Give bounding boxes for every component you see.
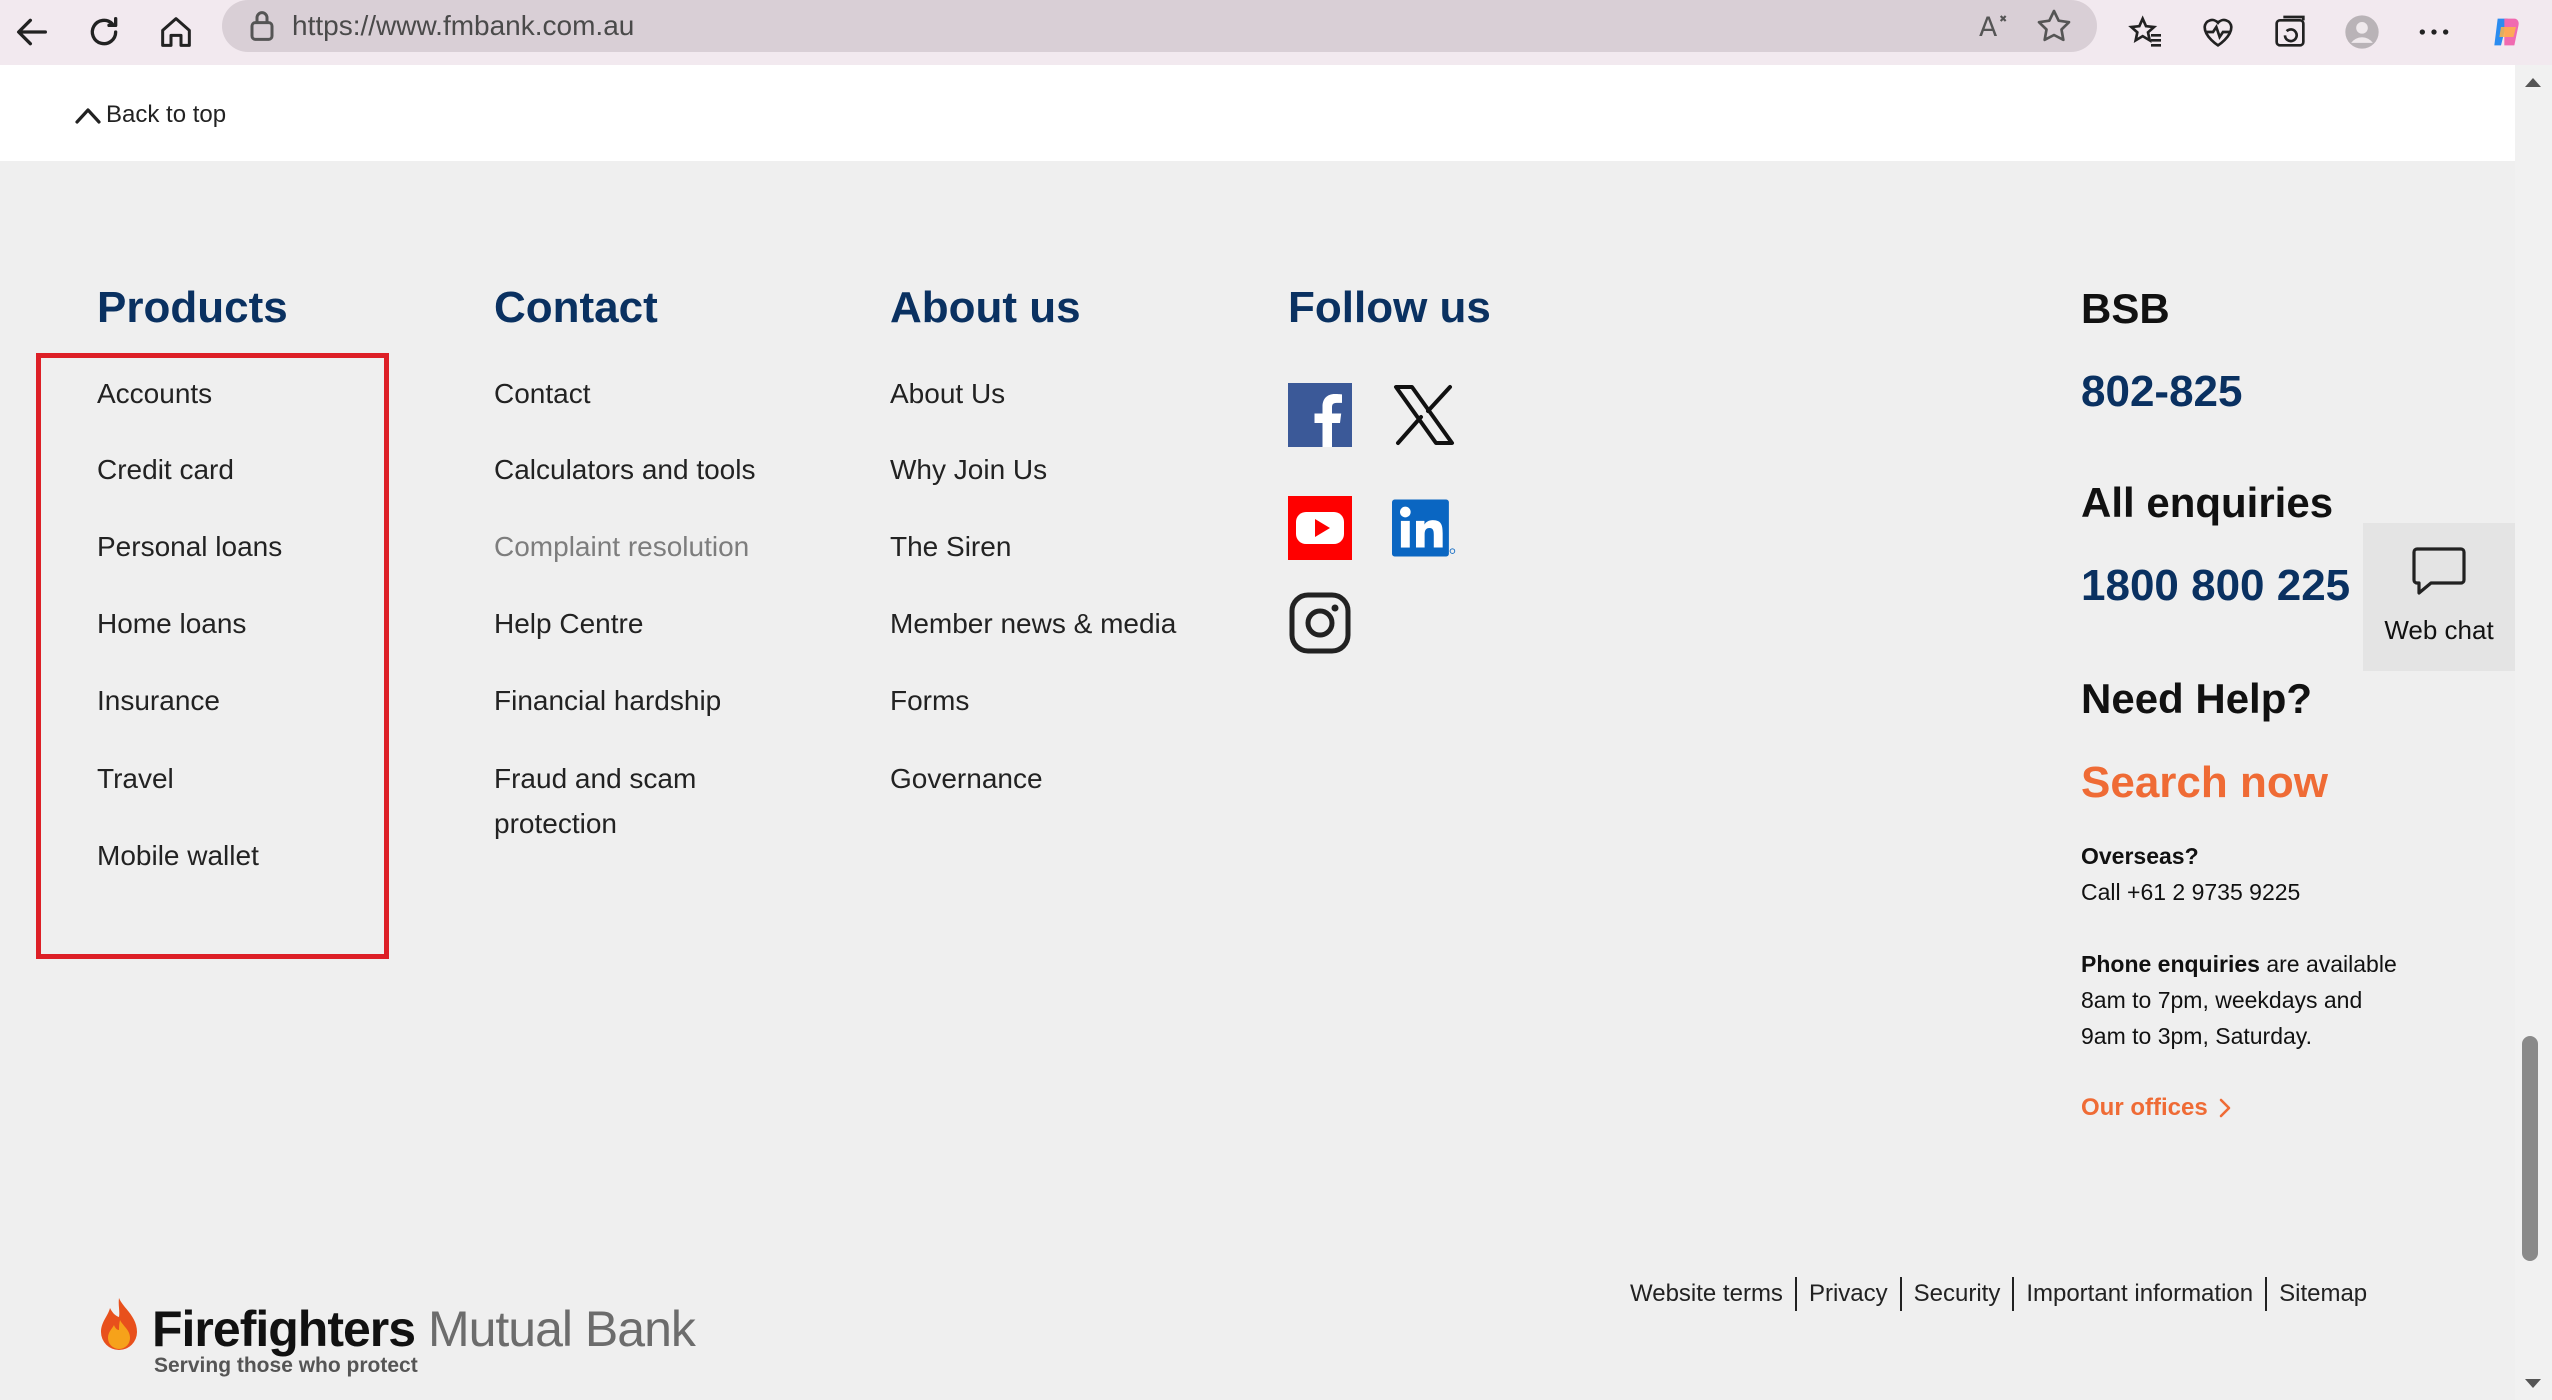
page-scrollbar-thumb[interactable] xyxy=(2522,1036,2538,1261)
legal-divider xyxy=(2265,1277,2268,1311)
footer-link-travel[interactable]: Travel xyxy=(97,757,174,801)
browser-essentials-icon[interactable] xyxy=(2190,4,2246,60)
footer-link-about-us[interactable]: About Us xyxy=(890,372,1005,416)
back-to-top-label: Back to top xyxy=(106,101,227,128)
legal-link-important-information[interactable]: Important information xyxy=(2026,1280,2253,1308)
scroll-down-arrow-icon[interactable] xyxy=(2523,1377,2543,1391)
products-heading: Products xyxy=(97,283,288,332)
footer-link-help-centre[interactable]: Help Centre xyxy=(494,602,643,646)
legal-link-website-terms[interactable]: Website terms xyxy=(1630,1280,1783,1308)
bsb-number: 802-825 xyxy=(2081,367,2243,416)
browser-toolbar: A https://www.fmbank.com.au xyxy=(0,0,2552,65)
footer-link-the-siren[interactable]: The Siren xyxy=(890,525,1011,569)
svg-text:A: A xyxy=(1979,12,1998,43)
all-enquiries-heading: All enquiries xyxy=(2081,479,2334,526)
collections-icon[interactable] xyxy=(2262,4,2318,60)
home-icon[interactable] xyxy=(148,4,204,60)
logo-tagline: Serving those who protect xyxy=(154,1354,418,1377)
phone-hours-line3: 9am to 3pm, Saturday. xyxy=(2081,1023,2312,1049)
url-text[interactable]: https://www.fmbank.com.au xyxy=(292,0,634,52)
need-help-heading: Need Help? xyxy=(2081,675,2313,722)
footer-link-governance[interactable]: Governance xyxy=(890,757,1043,801)
footer-link-contact[interactable]: Contact xyxy=(494,372,591,416)
logo-name-bold: Firefighters xyxy=(152,1301,416,1357)
read-aloud-icon[interactable]: A xyxy=(1974,6,2014,46)
footer-link-personal-loans[interactable]: Personal loans xyxy=(97,525,282,569)
enquiries-phone-link[interactable]: 1800 800 225 xyxy=(2081,564,2350,608)
follow-us-heading: Follow us xyxy=(1288,283,1491,332)
refresh-icon[interactable] xyxy=(76,4,132,60)
copilot-icon[interactable] xyxy=(2478,4,2534,60)
chevron-right-icon xyxy=(2219,1098,2231,1118)
overseas-label: Overseas? xyxy=(2081,843,2199,869)
footer-link-financial-hardship[interactable]: Financial hardship xyxy=(494,679,721,723)
logo-name-light: Mutual Bank xyxy=(415,1301,696,1357)
legal-link-sitemap[interactable]: Sitemap xyxy=(2279,1280,2367,1308)
footer-link-complaint-resolution[interactable]: Complaint resolution xyxy=(494,525,749,569)
legal-divider xyxy=(1899,1277,1902,1311)
contact-heading: Contact xyxy=(494,283,658,332)
favorite-star-icon[interactable] xyxy=(2034,6,2074,46)
flame-icon xyxy=(101,1298,137,1350)
facebook-icon[interactable] xyxy=(1288,383,1352,447)
footer-link-insurance[interactable]: Insurance xyxy=(97,679,220,723)
youtube-icon[interactable] xyxy=(1288,496,1352,560)
phone-hours-text: are available xyxy=(2259,951,2397,977)
chat-bubble-icon xyxy=(2412,547,2466,595)
footer-link-accounts[interactable]: Accounts xyxy=(97,372,212,416)
legal-link-security[interactable]: Security xyxy=(1914,1280,2001,1308)
legal-divider xyxy=(2012,1277,2015,1311)
legal-divider xyxy=(1794,1277,1797,1311)
bsb-heading: BSB xyxy=(2081,285,2170,332)
footer-link-home-loans[interactable]: Home loans xyxy=(97,602,246,646)
about-us-heading: About us xyxy=(890,283,1081,332)
our-offices-link[interactable]: Our offices xyxy=(2081,1090,2232,1126)
instagram-icon[interactable] xyxy=(1288,591,1352,655)
footer-link-fraud-and-scam-protection[interactable]: Fraud and scam xyxy=(494,757,696,801)
our-offices-label: Our offices xyxy=(2081,1094,2208,1121)
x-twitter-icon[interactable] xyxy=(1392,383,1456,447)
footer-link-fraud-and-scam-protection-line2[interactable]: protection xyxy=(494,802,617,846)
logo-wordmark: Firefighters Mutual Bank xyxy=(152,1300,696,1358)
phone-enquiries-label: Phone enquiries xyxy=(2081,951,2260,977)
site-info-lock-icon[interactable] xyxy=(242,6,282,46)
more-options-icon[interactable] xyxy=(2406,4,2462,60)
firefighters-mutual-bank-logo[interactable]: Firefighters Mutual Bank Serving those w… xyxy=(96,1296,716,1380)
scroll-up-arrow-icon[interactable] xyxy=(2523,75,2543,89)
legal-link-privacy[interactable]: Privacy xyxy=(1809,1280,1888,1308)
footer-link-calculators-and-tools[interactable]: Calculators and tools xyxy=(494,448,755,492)
footer-link-member-news-media[interactable]: Member news & media xyxy=(890,602,1176,646)
footer-link-mobile-wallet[interactable]: Mobile wallet xyxy=(97,834,259,878)
chevron-up-icon xyxy=(75,108,101,124)
overseas-phone[interactable]: Call +61 2 9735 9225 xyxy=(2081,874,2300,910)
back-to-top-band xyxy=(0,65,2515,161)
back-to-top-link[interactable]: Back to top xyxy=(74,97,226,133)
phone-hours-line2: 8am to 7pm, weekdays and xyxy=(2081,987,2363,1013)
profile-avatar-icon[interactable] xyxy=(2334,4,2390,60)
footer-link-credit-card[interactable]: Credit card xyxy=(97,448,234,492)
web-chat-button[interactable]: Web chat xyxy=(2363,523,2515,671)
legal-links: Website terms Privacy Security Important… xyxy=(1630,1276,2367,1312)
favorites-icon[interactable] xyxy=(2118,4,2174,60)
phone-hours-line1: Phone enquiries are available xyxy=(2081,946,2397,982)
search-now-link[interactable]: Search now xyxy=(2081,761,2328,805)
linkedin-icon[interactable] xyxy=(1392,496,1456,560)
footer-link-why-join-us[interactable]: Why Join Us xyxy=(890,448,1047,492)
web-chat-label: Web chat xyxy=(2384,615,2494,645)
footer-link-forms[interactable]: Forms xyxy=(890,679,969,723)
back-icon[interactable] xyxy=(4,4,60,60)
